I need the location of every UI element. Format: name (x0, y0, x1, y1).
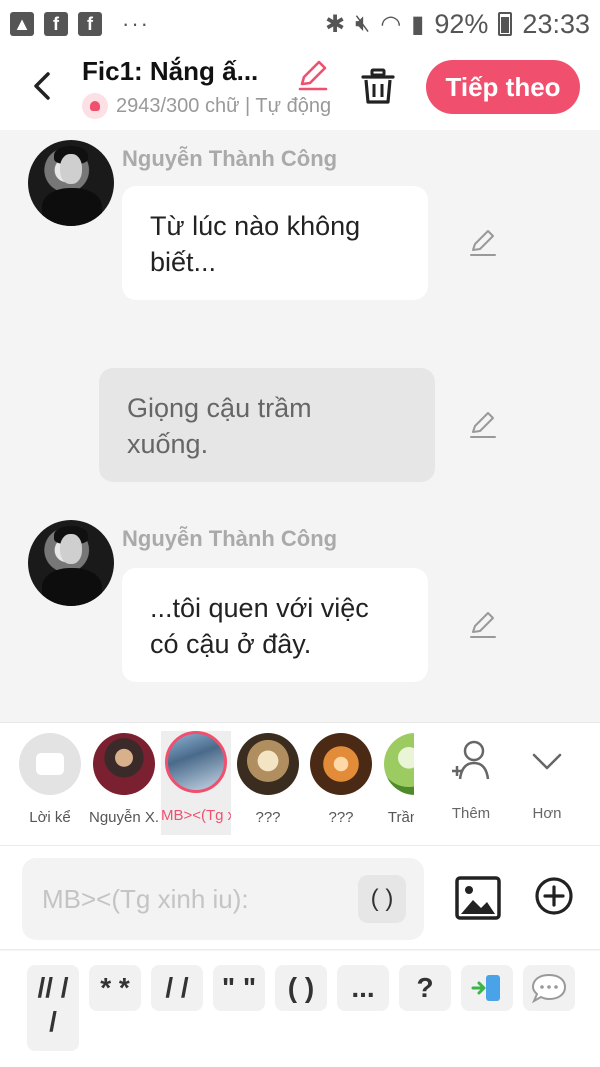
signal-icon: ▮ (411, 10, 425, 38)
battery-percent: 92% (434, 8, 489, 39)
chip-enter-icon[interactable] (461, 965, 513, 1011)
avatar[interactable] (28, 520, 114, 606)
chip-label: / (49, 1006, 57, 1037)
more-characters-label: Hơn (532, 805, 562, 822)
character-avatar (165, 731, 227, 793)
facebook-icon: f (44, 12, 68, 36)
chip-speech[interactable] (523, 965, 575, 1011)
character-option: Trần T... (380, 733, 414, 826)
character-avatar (384, 733, 414, 795)
edit-message-icon[interactable] (468, 228, 498, 258)
character-label: MB><(Tg x... (161, 807, 231, 824)
add-character-button[interactable]: Thêm (436, 737, 506, 822)
facebook-icon: f (78, 12, 102, 36)
character-label: Trần T... (387, 809, 414, 826)
edit-message-icon[interactable] (468, 410, 498, 440)
character-name: Nguyễn Thành Công (122, 146, 338, 171)
narration-bubble[interactable]: Giọng cậu trầm xuống. (99, 368, 435, 482)
character-option[interactable]: ??? (233, 733, 303, 826)
chip-quotes[interactable]: " " (213, 965, 265, 1011)
character-label: ??? (255, 809, 281, 826)
bluetooth-icon: ✱ (324, 10, 346, 38)
narration-text: xuống. (127, 429, 209, 459)
image-icon[interactable] (455, 876, 501, 920)
bell-icon (82, 93, 108, 119)
character-name: Nguyễn Thành Công (122, 526, 338, 551)
add-circle-icon[interactable] (534, 876, 574, 916)
message-text: Từ lúc nào không (150, 211, 361, 241)
enter-phone-icon (471, 975, 500, 1001)
character-label: ??? (328, 809, 354, 826)
speech-bubble-icon (531, 973, 567, 1004)
add-person-icon (452, 740, 490, 780)
more-notifications-icon: ··· (122, 11, 150, 36)
chip-double-slash[interactable]: / / (151, 965, 203, 1011)
edit-message-icon[interactable] (468, 610, 498, 640)
more-characters-button[interactable]: Hơn (512, 737, 582, 822)
character-selector: Lời kể Nguyễn X... MB><(Tg x... ??? ??? … (0, 722, 600, 845)
status-bar: ▲ f f ··· ✱ 🔇︎ ◠ ▮ 92% 23:33 (0, 0, 600, 48)
trash-icon[interactable] (360, 68, 396, 106)
wifi-icon: ◠ (380, 10, 402, 38)
story-subtitle: 2943/300 chữ | Tự động (82, 93, 330, 119)
chevron-down-icon (532, 753, 562, 770)
message-text: biết... (150, 247, 217, 277)
chip-asterisks[interactable]: * * (89, 965, 141, 1011)
back-icon[interactable] (24, 66, 64, 106)
quick-symbols-bar: // / / * * / / " " ( ) ... ? (0, 951, 600, 1067)
clock: 23:33 (522, 8, 590, 39)
character-label: Nguyễn X... (89, 809, 159, 826)
narration-text: Giọng cậu trầm (127, 393, 312, 423)
narration-icon (19, 733, 81, 795)
character-avatar (310, 733, 372, 795)
message-bubble[interactable]: ...tôi quen với việc có cậu ở đây. (122, 568, 428, 682)
character-narrator[interactable]: Lời kể (15, 733, 85, 826)
character-option[interactable]: ??? (306, 733, 376, 826)
character-option-partial[interactable]: Trần T... (380, 733, 414, 837)
message-text: ...tôi quen với việc (150, 593, 369, 623)
message-input-placeholder: MB><(Tg xinh iu): (42, 883, 249, 914)
paren-button[interactable]: ( ) (358, 875, 406, 923)
avatar[interactable] (28, 140, 114, 226)
character-avatar (237, 733, 299, 795)
chip-ellipsis[interactable]: ... (337, 965, 389, 1011)
gallery-icon: ▲ (10, 12, 34, 36)
chip-question[interactable]: ? (399, 965, 451, 1011)
chip-slashes[interactable]: // / / (27, 965, 79, 1051)
character-option[interactable]: Nguyễn X... (89, 733, 159, 826)
edit-title-icon[interactable] (296, 58, 330, 92)
character-label: Lời kể (29, 809, 71, 826)
composer: MB><(Tg xinh iu): ( ) (0, 845, 600, 950)
character-option-selected[interactable]: MB><(Tg x... (161, 731, 231, 835)
story-title: Fic1: Nắng ấ... (82, 56, 259, 86)
message-text: có cậu ở đây. (150, 629, 312, 659)
next-button[interactable]: Tiếp theo (426, 60, 580, 114)
mute-icon: 🔇︎ (355, 10, 371, 37)
message-input[interactable]: MB><(Tg xinh iu): ( ) (22, 858, 424, 940)
chip-parentheses[interactable]: ( ) (275, 965, 327, 1011)
story-title-block: Fic1: Nắng ấ... 2943/300 chữ | Tự động (82, 56, 332, 119)
chip-label: // / (37, 972, 69, 1003)
battery-icon (498, 12, 513, 36)
word-count: 2943/300 chữ | Tự động (116, 94, 330, 117)
chat-area[interactable]: Nguyễn Thành Công Từ lúc nào không biết.… (0, 130, 600, 722)
editor-header: Fic1: Nắng ấ... 2943/300 chữ | Tự động T… (0, 48, 600, 130)
add-character-label: Thêm (451, 805, 491, 822)
message-bubble[interactable]: Từ lúc nào không biết... (122, 186, 428, 300)
character-avatar (93, 733, 155, 795)
